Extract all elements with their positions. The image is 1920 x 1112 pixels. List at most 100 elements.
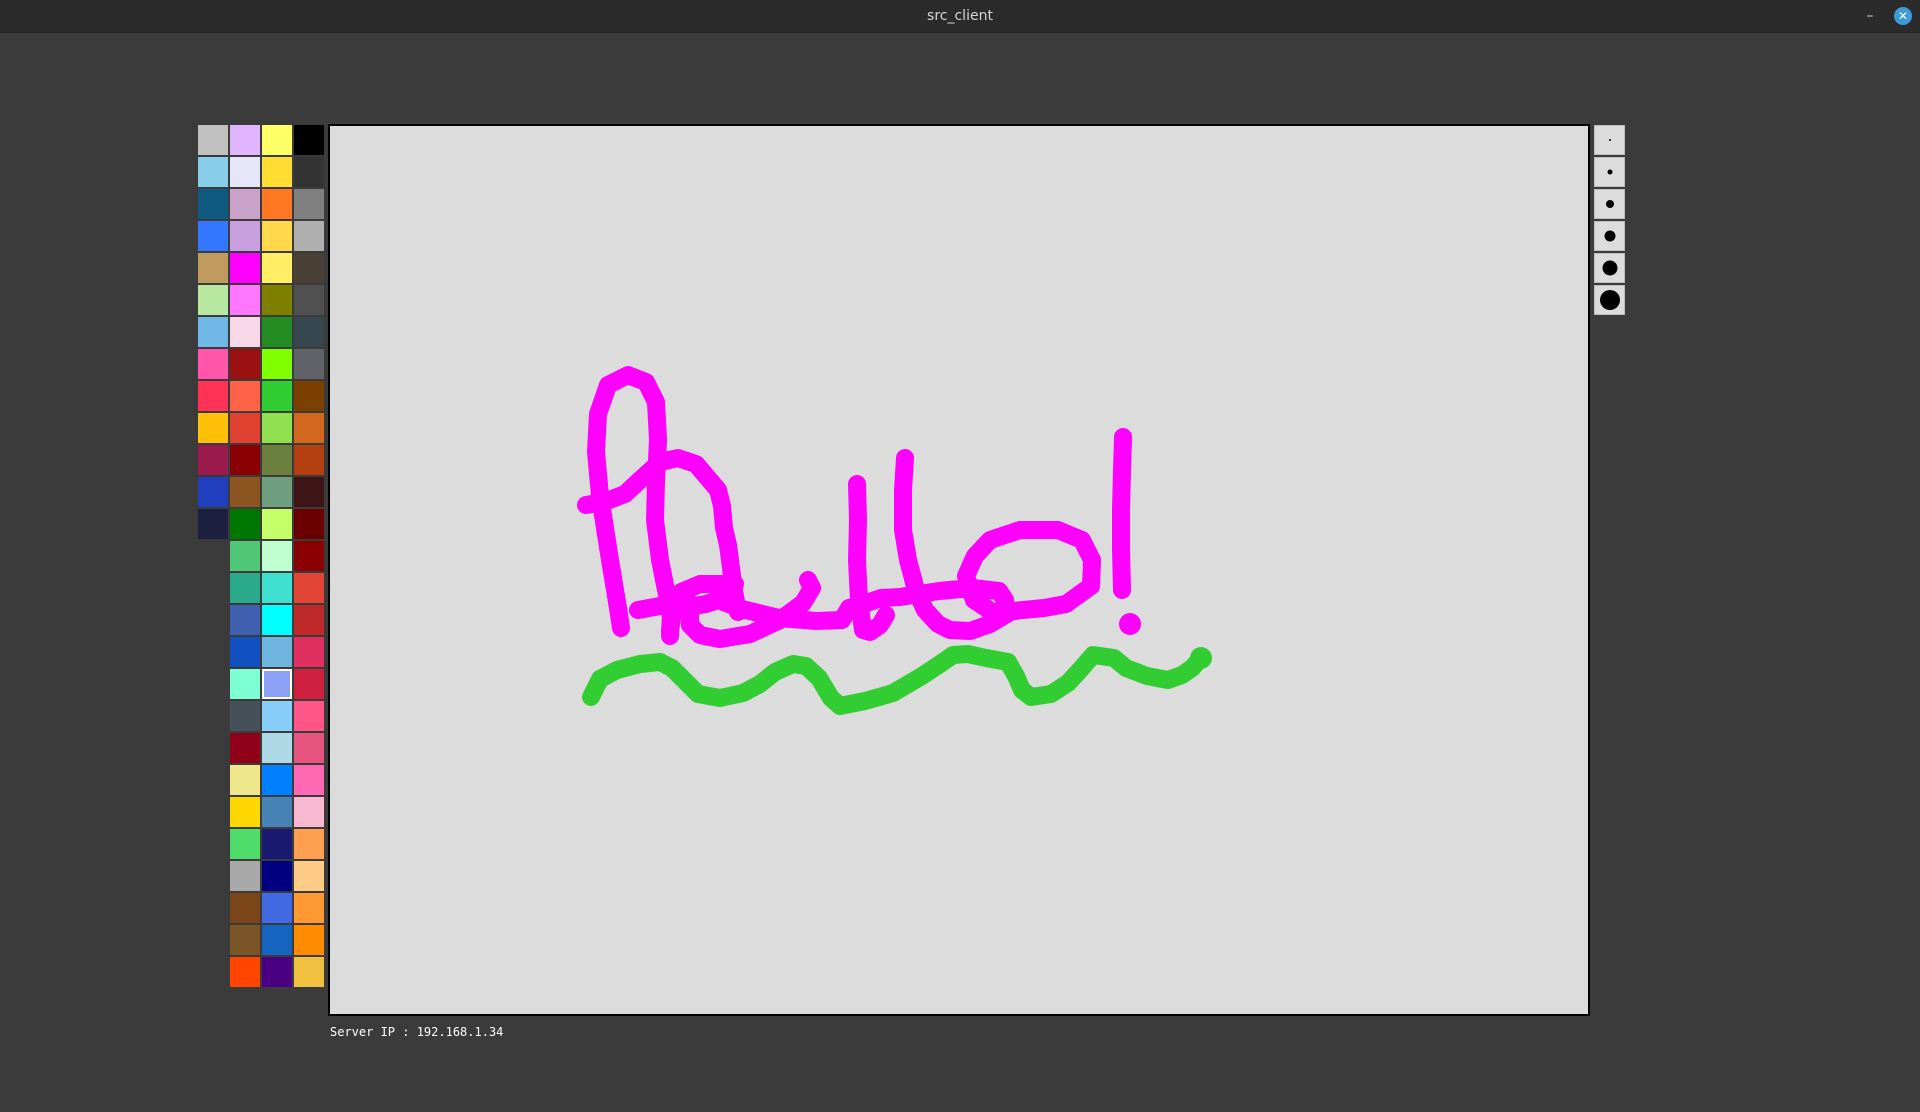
color-swatch[interactable] xyxy=(262,477,292,507)
close-button[interactable]: ✕ xyxy=(1894,7,1912,25)
color-swatch[interactable] xyxy=(230,413,260,443)
color-swatch[interactable] xyxy=(230,189,260,219)
color-swatch[interactable] xyxy=(262,349,292,379)
color-swatch[interactable] xyxy=(262,509,292,539)
color-swatch[interactable] xyxy=(198,381,228,411)
color-swatch[interactable] xyxy=(294,253,324,283)
color-swatch[interactable] xyxy=(262,317,292,347)
color-swatch[interactable] xyxy=(230,829,260,859)
color-swatch[interactable] xyxy=(294,573,324,603)
color-swatch[interactable] xyxy=(294,893,324,923)
color-swatch[interactable] xyxy=(262,157,292,187)
color-swatch[interactable] xyxy=(198,349,228,379)
color-swatch[interactable] xyxy=(230,797,260,827)
brush-size-button[interactable] xyxy=(1594,125,1625,155)
brush-size-button[interactable] xyxy=(1594,157,1625,187)
color-swatch[interactable] xyxy=(262,797,292,827)
color-swatch[interactable] xyxy=(262,125,292,155)
color-swatch[interactable] xyxy=(262,637,292,667)
color-swatch[interactable] xyxy=(262,573,292,603)
color-swatch[interactable] xyxy=(230,669,260,699)
color-swatch[interactable] xyxy=(198,157,228,187)
color-swatch[interactable] xyxy=(294,125,324,155)
color-swatch[interactable] xyxy=(294,925,324,955)
color-swatch[interactable] xyxy=(294,221,324,251)
color-swatch[interactable] xyxy=(230,765,260,795)
color-swatch[interactable] xyxy=(230,509,260,539)
color-swatch[interactable] xyxy=(230,221,260,251)
color-swatch[interactable] xyxy=(230,637,260,667)
color-swatch[interactable] xyxy=(230,573,260,603)
color-swatch[interactable] xyxy=(230,925,260,955)
color-swatch[interactable] xyxy=(262,669,292,699)
color-swatch[interactable] xyxy=(294,861,324,891)
color-swatch[interactable] xyxy=(294,381,324,411)
color-swatch[interactable] xyxy=(198,317,228,347)
color-swatch[interactable] xyxy=(262,925,292,955)
color-swatch[interactable] xyxy=(262,701,292,731)
color-swatch[interactable] xyxy=(230,349,260,379)
color-swatch[interactable] xyxy=(230,381,260,411)
color-swatch[interactable] xyxy=(198,477,228,507)
color-swatch[interactable] xyxy=(262,381,292,411)
color-swatch[interactable] xyxy=(198,285,228,315)
color-swatch[interactable] xyxy=(294,157,324,187)
color-swatch[interactable] xyxy=(294,477,324,507)
color-swatch[interactable] xyxy=(262,445,292,475)
color-swatch[interactable] xyxy=(198,189,228,219)
color-swatch[interactable] xyxy=(230,957,260,987)
color-swatch[interactable] xyxy=(198,253,228,283)
color-swatch[interactable] xyxy=(198,445,228,475)
color-swatch[interactable] xyxy=(294,285,324,315)
color-swatch[interactable] xyxy=(262,253,292,283)
color-swatch[interactable] xyxy=(294,317,324,347)
color-swatch[interactable] xyxy=(294,829,324,859)
color-swatch[interactable] xyxy=(294,445,324,475)
color-swatch[interactable] xyxy=(230,157,260,187)
color-swatch[interactable] xyxy=(294,509,324,539)
color-swatch[interactable] xyxy=(294,637,324,667)
color-swatch[interactable] xyxy=(198,125,228,155)
color-swatch[interactable] xyxy=(262,733,292,763)
color-swatch[interactable] xyxy=(230,605,260,635)
color-swatch[interactable] xyxy=(294,189,324,219)
brush-size-button[interactable] xyxy=(1594,285,1625,315)
color-swatch[interactable] xyxy=(294,733,324,763)
color-swatch[interactable] xyxy=(230,701,260,731)
color-swatch[interactable] xyxy=(294,701,324,731)
color-swatch[interactable] xyxy=(230,893,260,923)
color-swatch[interactable] xyxy=(262,893,292,923)
color-swatch[interactable] xyxy=(262,765,292,795)
color-swatch[interactable] xyxy=(230,253,260,283)
color-swatch[interactable] xyxy=(230,125,260,155)
color-swatch[interactable] xyxy=(198,221,228,251)
color-swatch[interactable] xyxy=(262,861,292,891)
color-swatch[interactable] xyxy=(294,413,324,443)
brush-size-button[interactable] xyxy=(1594,221,1625,251)
color-swatch[interactable] xyxy=(230,445,260,475)
color-swatch[interactable] xyxy=(230,317,260,347)
color-swatch[interactable] xyxy=(294,957,324,987)
color-swatch[interactable] xyxy=(198,413,228,443)
color-swatch[interactable] xyxy=(230,861,260,891)
color-swatch[interactable] xyxy=(262,221,292,251)
color-swatch[interactable] xyxy=(230,477,260,507)
drawing-canvas[interactable] xyxy=(328,124,1590,1016)
color-swatch[interactable] xyxy=(294,541,324,571)
color-swatch[interactable] xyxy=(262,189,292,219)
color-swatch[interactable] xyxy=(230,285,260,315)
color-swatch[interactable] xyxy=(230,541,260,571)
color-swatch[interactable] xyxy=(294,669,324,699)
brush-size-button[interactable] xyxy=(1594,189,1625,219)
color-swatch[interactable] xyxy=(198,509,228,539)
color-swatch[interactable] xyxy=(294,349,324,379)
color-swatch[interactable] xyxy=(294,765,324,795)
color-swatch[interactable] xyxy=(262,605,292,635)
minimize-button[interactable]: – xyxy=(1860,6,1880,26)
drawing-surface[interactable] xyxy=(330,126,1588,1014)
color-swatch[interactable] xyxy=(262,413,292,443)
color-swatch[interactable] xyxy=(294,797,324,827)
color-swatch[interactable] xyxy=(262,829,292,859)
color-swatch[interactable] xyxy=(262,541,292,571)
color-swatch[interactable] xyxy=(294,605,324,635)
